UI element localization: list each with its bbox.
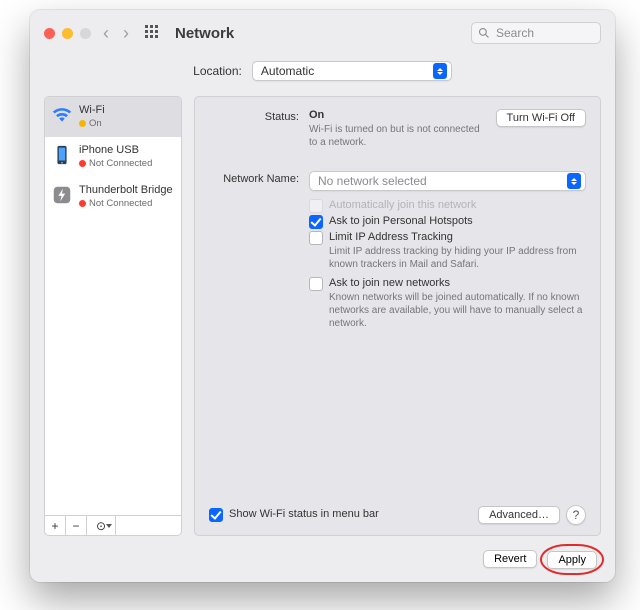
status-dot-icon [79, 120, 86, 127]
search-placeholder: Search [496, 26, 534, 40]
back-button[interactable]: ‹ [101, 23, 111, 44]
ask-new-networks-checkbox[interactable]: Ask to join new networks Known networks … [309, 277, 586, 334]
gear-menu-button[interactable]: ⊙ [87, 516, 116, 535]
show-menubar-checkbox[interactable]: Show Wi-Fi status in menu bar [209, 508, 379, 522]
iphone-icon [51, 144, 73, 166]
location-row: Location: Automatic [30, 56, 615, 86]
search-icon [478, 27, 490, 39]
status-label: Status: [209, 109, 299, 153]
status-subtext: Wi-Fi is turned on but is not connected … [309, 123, 488, 149]
minimize-icon[interactable] [62, 28, 73, 39]
checkbox-icon [309, 231, 323, 245]
advanced-button[interactable]: Advanced… [478, 506, 560, 524]
preferences-window: ‹ › Network Search Location: Automatic [30, 10, 615, 582]
thunderbolt-icon [51, 184, 73, 206]
checkbox-icon [209, 508, 223, 522]
status-dot-icon [79, 200, 86, 207]
zoom-icon[interactable] [80, 28, 91, 39]
network-name-popup[interactable]: No network selected [309, 171, 586, 191]
sidebar-item-label: iPhone USB [79, 144, 152, 157]
location-label: Location: [193, 64, 242, 78]
window-title: Network [175, 25, 234, 42]
service-sidebar: Wi-Fi On iPhone USB Not Connected [44, 96, 182, 536]
checkbox-icon [309, 215, 323, 229]
limit-ip-checkbox[interactable]: Limit IP Address Tracking Limit IP addre… [309, 231, 586, 275]
help-button[interactable]: ? [566, 505, 586, 525]
apply-button[interactable]: Apply [547, 551, 597, 569]
sidebar-item-label: Wi-Fi [79, 104, 105, 117]
location-value: Automatic [261, 64, 314, 78]
detail-pane: Status: On Wi-Fi is turned on but is not… [194, 96, 601, 536]
network-name-label: Network Name: [209, 171, 299, 191]
titlebar: ‹ › Network Search [30, 10, 615, 56]
sidebar-footer: + − ⊙ [45, 515, 181, 535]
auto-join-checkbox: Automatically join this network [309, 199, 586, 213]
forward-button[interactable]: › [121, 23, 131, 44]
checkbox-icon [309, 277, 323, 291]
chevron-updown-icon [567, 173, 581, 189]
sidebar-item-label: Thunderbolt Bridge [79, 184, 173, 197]
chevron-updown-icon [433, 63, 447, 79]
add-service-button[interactable]: + [45, 516, 66, 535]
sidebar-item-wifi[interactable]: Wi-Fi On [45, 97, 181, 137]
sidebar-item-thunderbolt[interactable]: Thunderbolt Bridge Not Connected [45, 177, 181, 217]
dialog-footer: Revert Apply [30, 536, 615, 582]
sidebar-footer-spacer [116, 516, 181, 535]
status-dot-icon [79, 160, 86, 167]
checkbox-icon [309, 199, 323, 213]
content: Wi-Fi On iPhone USB Not Connected [30, 86, 615, 536]
remove-service-button[interactable]: − [66, 516, 87, 535]
search-input[interactable]: Search [471, 22, 601, 44]
window-controls [44, 28, 91, 39]
sidebar-item-iphone-usb[interactable]: iPhone USB Not Connected [45, 137, 181, 177]
location-popup[interactable]: Automatic [252, 61, 452, 81]
turn-wifi-off-button[interactable]: Turn Wi-Fi Off [496, 109, 586, 127]
show-all-icon[interactable] [145, 25, 161, 41]
revert-button[interactable]: Revert [483, 550, 537, 568]
personal-hotspot-checkbox[interactable]: Ask to join Personal Hotspots [309, 215, 586, 229]
wifi-icon [51, 104, 73, 126]
close-icon[interactable] [44, 28, 55, 39]
status-value: On [309, 109, 324, 121]
network-name-value: No network selected [318, 174, 427, 188]
